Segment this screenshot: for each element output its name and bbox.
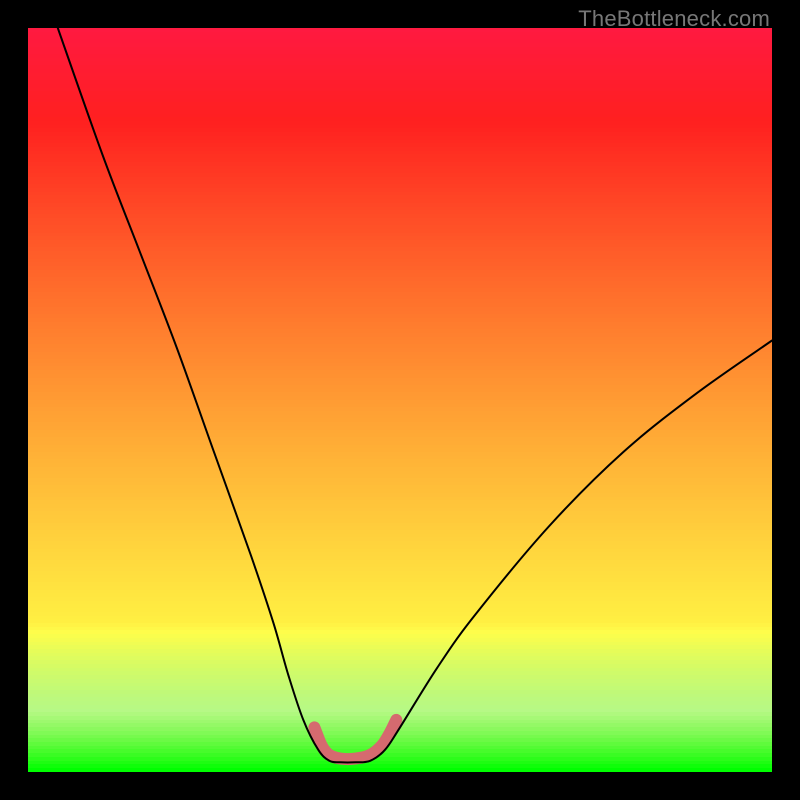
watermark-text: TheBottleneck.com xyxy=(578,6,770,32)
curve-layer xyxy=(28,28,772,772)
valley-highlight xyxy=(314,720,396,759)
chart-frame: TheBottleneck.com xyxy=(0,0,800,800)
plot-area xyxy=(28,28,772,772)
bottleneck-curve xyxy=(58,28,772,763)
